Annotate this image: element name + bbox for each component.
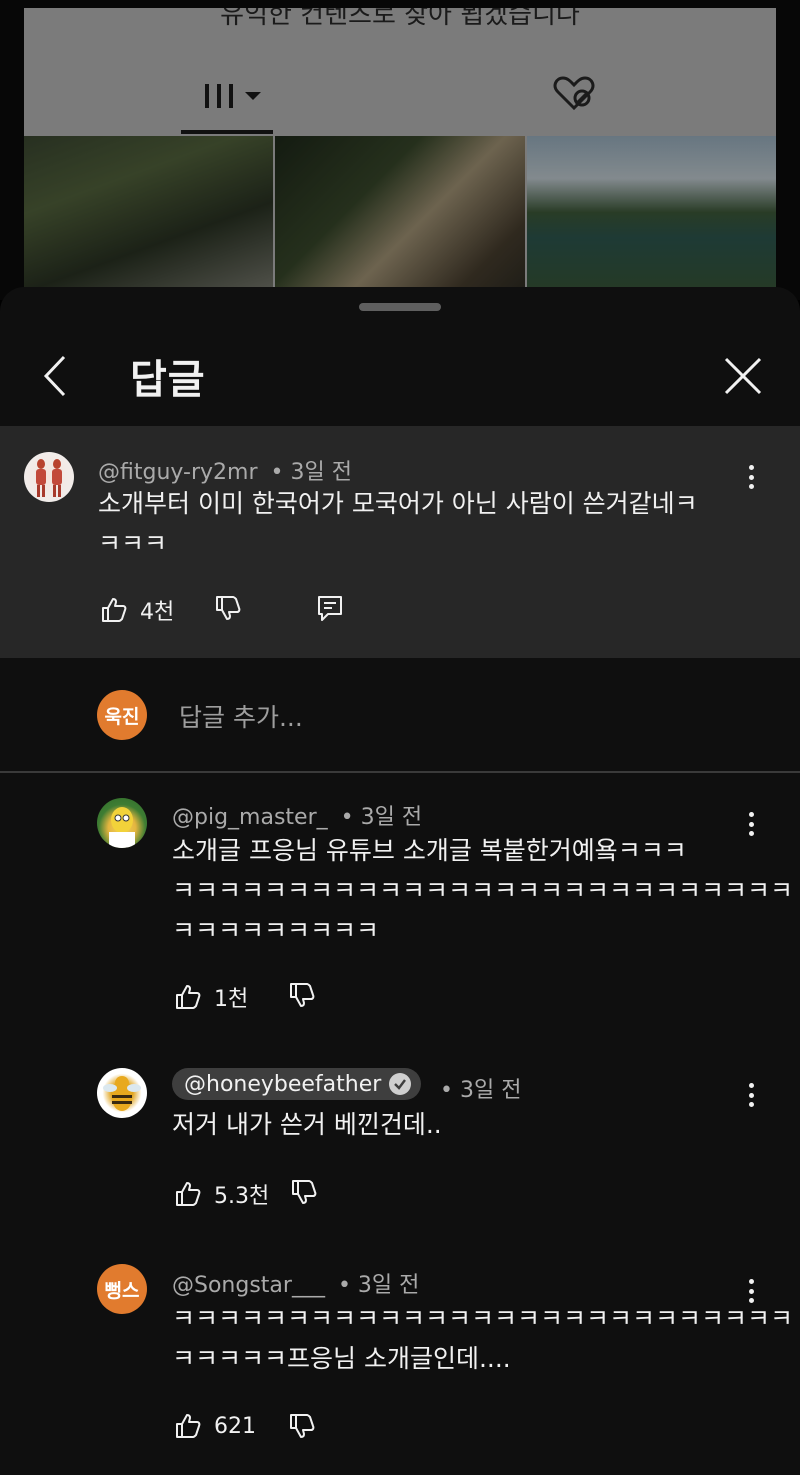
comment-time: • 3일 전 [440, 1078, 522, 1103]
close-button[interactable] [718, 351, 768, 401]
like-count: 4천 [140, 600, 175, 625]
comment-time: • 3일 전 [340, 805, 423, 830]
more-vert-icon[interactable] [739, 1276, 763, 1306]
replies-sheet: 답글 @fitguy-ry2mr • 3일 전 소개부터 이미 한국어가 모국어… [0, 287, 800, 1475]
sheet-header: 답글 [0, 331, 800, 423]
comment-text: 소개부터 이미 한국어가 모국어가 아닌 사람이 쓴거같네ㅋ ㅋㅋㅋ [98, 484, 698, 564]
thumbs-down-icon [290, 1414, 315, 1438]
like-button[interactable]: 1천 [174, 981, 248, 1013]
like-count: 5.3천 [214, 1184, 270, 1209]
comment-text-line: ㅋㅋㅋ [98, 529, 168, 558]
reply-button[interactable] [316, 594, 344, 622]
dislike-button[interactable] [214, 594, 242, 622]
more-vert-icon[interactable] [739, 1080, 763, 1110]
comment-time: • 3일 전 [337, 1273, 420, 1298]
comment-text: 저거 내가 쓴거 베낀건데.. [172, 1105, 442, 1145]
dislike-button[interactable] [290, 1178, 318, 1206]
divider [0, 771, 800, 773]
dislike-button[interactable] [288, 1412, 316, 1440]
anatomy-figure-icon [36, 459, 62, 497]
comment-text-line: 저거 내가 쓴거 베낀건데.. [172, 1110, 442, 1139]
thumbs-down-icon [290, 983, 315, 1007]
comment-author: @honeybeefather [184, 1071, 382, 1097]
comment-text-line: 소개글 프응님 유튜브 소개글 복붙한거예욬ㅋㅋㅋ [172, 836, 687, 865]
comment-meta: @pig_master_ • 3일 전 [172, 799, 422, 831]
dislike-button[interactable] [288, 981, 316, 1009]
comment-time: • 3일 전 [270, 460, 352, 485]
reply-input[interactable]: 답글 추가... [179, 698, 303, 734]
like-button[interactable]: 621 [174, 1412, 256, 1440]
comment-author[interactable]: @pig_master_ [172, 805, 328, 830]
bee-icon [103, 1076, 141, 1111]
scrim-overlay [0, 0, 800, 300]
avatar[interactable] [97, 1068, 147, 1118]
avatar[interactable] [97, 798, 147, 848]
cartoon-character-icon [109, 807, 135, 848]
avatar[interactable] [24, 452, 74, 502]
comment-text-line: ㅋㅋㅋㅋㅋㅋㅋㅋㅋ [172, 916, 380, 945]
sheet-title: 답글 [130, 357, 206, 403]
comment-text: 소개글 프응님 유튜브 소개글 복붙한거예욬ㅋㅋㅋ ㅋㅋㅋㅋㅋㅋㅋㅋㅋㅋㅋㅋㅋㅋ… [172, 831, 793, 951]
drag-handle[interactable] [359, 303, 441, 311]
like-count: 1천 [214, 987, 249, 1012]
comment-meta: @fitguy-ry2mr • 3일 전 [98, 454, 352, 486]
channel-page-background: 유익한 컨텐츠로 찾아 뵙겠습니다 [0, 0, 800, 300]
comment-author[interactable]: @Songstar___ [172, 1273, 325, 1298]
like-button[interactable]: 4천 [100, 594, 174, 626]
back-button[interactable] [36, 351, 80, 401]
thumbs-up-icon [176, 985, 201, 1009]
verified-check-icon [389, 1073, 412, 1095]
more-vert-icon[interactable] [739, 809, 763, 839]
comment-text-line: ㅋㅋㅋㅋㅋ프응님 소개글인데.... [172, 1344, 511, 1373]
chevron-left-icon [43, 355, 66, 397]
like-button[interactable]: 5.3천 [174, 1178, 269, 1210]
thumbs-down-icon [292, 1180, 317, 1204]
add-reply-row[interactable]: 욱진 답글 추가... [0, 658, 800, 772]
comment-text-line: 소개부터 이미 한국어가 모국어가 아닌 사람이 쓴거같네ㅋ [98, 489, 698, 518]
thumbs-down-icon [216, 596, 241, 620]
parent-comment: @fitguy-ry2mr • 3일 전 소개부터 이미 한국어가 모국어가 아… [0, 426, 800, 658]
comment-text: ㅋㅋㅋㅋㅋㅋㅋㅋㅋㅋㅋㅋㅋㅋㅋㅋㅋㅋㅋㅋㅋㅋㅋㅋㅋㅋㅋ ㅋㅋㅋㅋㅋ프응님 소개글… [172, 1299, 793, 1379]
comment-meta: @Songstar___ • 3일 전 [172, 1267, 419, 1299]
verified-author-chip[interactable]: @honeybeefather [172, 1068, 422, 1100]
thumbs-up-icon [176, 1414, 201, 1438]
close-icon [724, 357, 762, 395]
avatar: 욱진 [97, 690, 147, 740]
like-count: 621 [214, 1413, 256, 1439]
thumbs-up-icon [176, 1182, 201, 1206]
thumbs-up-icon [102, 598, 127, 622]
more-vert-icon[interactable] [739, 462, 763, 492]
reply-icon [318, 596, 342, 621]
comment-text-line: ㅋㅋㅋㅋㅋㅋㅋㅋㅋㅋㅋㅋㅋㅋㅋㅋㅋㅋㅋㅋㅋㅋㅋㅋㅋㅋㅋ [172, 1304, 794, 1333]
avatar[interactable]: 뻥스 [97, 1264, 147, 1314]
comment-text-line: ㅋㅋㅋㅋㅋㅋㅋㅋㅋㅋㅋㅋㅋㅋㅋㅋㅋㅋㅋㅋㅋㅋㅋㅋㅋㅋㅋ [172, 876, 794, 905]
comment-author[interactable]: @fitguy-ry2mr [98, 460, 258, 485]
